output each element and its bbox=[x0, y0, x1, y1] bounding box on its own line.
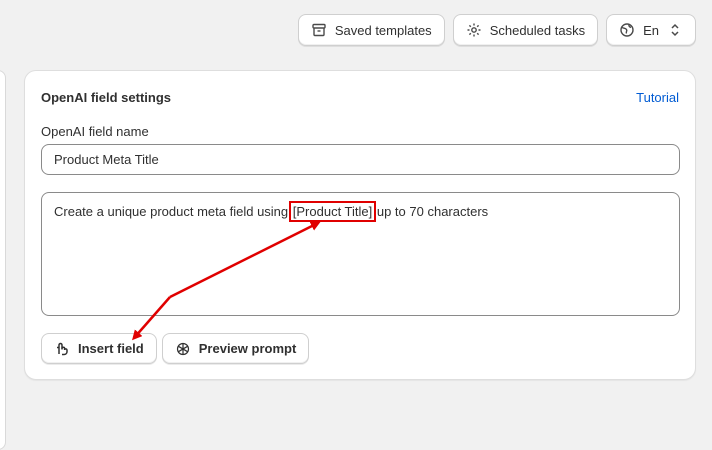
field-name-input[interactable] bbox=[41, 144, 680, 175]
chevron-up-down-icon bbox=[667, 22, 683, 38]
field-name-label: OpenAI field name bbox=[41, 124, 149, 139]
insert-field-label: Insert field bbox=[78, 341, 144, 356]
archive-icon bbox=[311, 22, 327, 38]
openai-icon bbox=[175, 341, 191, 357]
preview-prompt-label: Preview prompt bbox=[198, 341, 297, 356]
scheduled-tasks-label: Scheduled tasks bbox=[489, 22, 586, 38]
prompt-textarea[interactable]: Create a unique product meta field using… bbox=[41, 192, 680, 316]
product-title-token: [Product Title] bbox=[288, 201, 377, 222]
prompt-text-after: up to 70 characters bbox=[373, 204, 489, 219]
prompt-actions: Insert field Preview prompt bbox=[41, 333, 310, 364]
gear-icon bbox=[466, 22, 482, 38]
card-title: OpenAI field settings bbox=[41, 90, 172, 105]
top-toolbar: Saved templates Scheduled tasks En bbox=[297, 14, 696, 46]
language-label: En bbox=[643, 22, 659, 38]
language-select[interactable]: En bbox=[606, 14, 696, 46]
preview-prompt-button[interactable]: Preview prompt bbox=[161, 333, 310, 364]
saved-templates-label: Saved templates bbox=[334, 22, 432, 38]
prompt-text-before: Create a unique product meta field using bbox=[54, 204, 292, 219]
saved-templates-button[interactable]: Saved templates bbox=[297, 14, 445, 46]
openai-field-settings-card: OpenAI field settings Tutorial OpenAI fi… bbox=[24, 70, 696, 380]
insert-field-icon bbox=[54, 341, 70, 357]
tutorial-link[interactable]: Tutorial bbox=[636, 90, 679, 105]
scheduled-tasks-button[interactable]: Scheduled tasks bbox=[452, 14, 599, 46]
globe-icon bbox=[619, 22, 635, 38]
left-panel bbox=[0, 70, 6, 450]
insert-field-button[interactable]: Insert field bbox=[41, 333, 157, 364]
